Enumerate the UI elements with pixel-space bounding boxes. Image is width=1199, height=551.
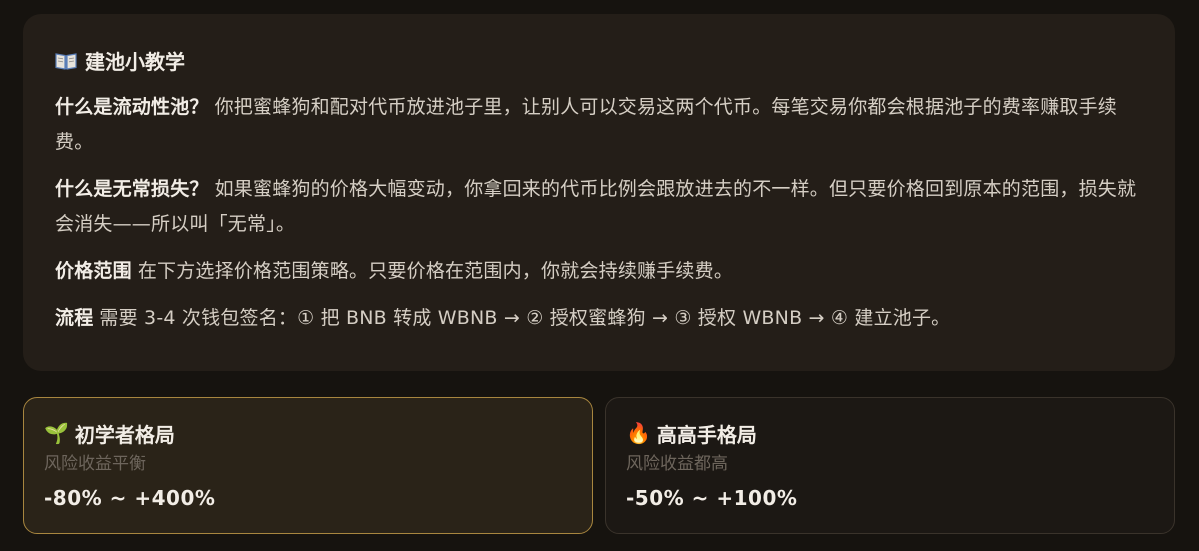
strategy-name-row: 🔥 高高手格局 (626, 418, 1154, 448)
tutorial-title: 建池小教学 (85, 49, 185, 74)
section-text: 需要 3-4 次钱包签名：① 把 BNB 转成 WBNB → ② 授权蜜蜂狗 →… (99, 307, 951, 329)
strategy-range: -80% ~ +400% (44, 486, 216, 510)
strategy-card-beginner[interactable]: 🌱 初学者格局 风险收益平衡 -80% ~ +400% (23, 397, 593, 534)
strategy-range: -50% ~ +100% (626, 486, 798, 510)
strategy-name-row: 🌱 初学者格局 (44, 418, 572, 448)
fire-icon: 🔥 (626, 421, 651, 445)
strategy-name: 初学者格局 (74, 422, 175, 447)
section-label: 什么是无常损失？ (55, 178, 209, 200)
section-label: 什么是流动性池？ (55, 96, 209, 118)
section-impermanent-loss: 什么是无常损失？ 如果蜜蜂狗的价格大幅变动，你拿回来的代币比例会跟放进去的不一样。… (55, 172, 1143, 242)
section-text: 你把蜜蜂狗和配对代币放进池子里，让别人可以交易这两个代币。每笔交易你都会根据池子… (55, 96, 1118, 153)
open-book-icon (55, 51, 77, 70)
section-text: 在下方选择价格范围策略。只要价格在范围内，你就会持续赚手续费。 (137, 260, 734, 282)
tutorial-card: 建池小教学 什么是流动性池？ 你把蜜蜂狗和配对代币放进池子里，让别人可以交易这两个… (23, 14, 1175, 371)
section-label: 价格范围 (55, 260, 132, 282)
section-price-range: 价格范围 在下方选择价格范围策略。只要价格在范围内，你就会持续赚手续费。 (55, 254, 1143, 289)
page: 建池小教学 什么是流动性池？ 你把蜜蜂狗和配对代币放进池子里，让别人可以交易这两个… (0, 0, 1199, 551)
strategy-description: 风险收益平衡 (44, 454, 146, 474)
strategy-description: 风险收益都高 (626, 454, 728, 474)
section-label: 流程 (55, 307, 94, 329)
tutorial-header: 建池小教学 (55, 44, 1143, 76)
strategy-name: 高高手格局 (656, 422, 757, 447)
strategy-card-expert[interactable]: 🔥 高高手格局 风险收益都高 -50% ~ +100% (605, 397, 1175, 534)
section-liquidity-pool: 什么是流动性池？ 你把蜜蜂狗和配对代币放进池子里，让别人可以交易这两个代币。每笔交… (55, 90, 1143, 160)
section-text: 如果蜜蜂狗的价格大幅变动，你拿回来的代币比例会跟放进去的不一样。但只要价格回到原… (55, 178, 1137, 235)
section-process: 流程 需要 3-4 次钱包签名：① 把 BNB 转成 WBNB → ② 授权蜜蜂狗… (55, 301, 1143, 336)
seedling-icon: 🌱 (44, 421, 69, 445)
